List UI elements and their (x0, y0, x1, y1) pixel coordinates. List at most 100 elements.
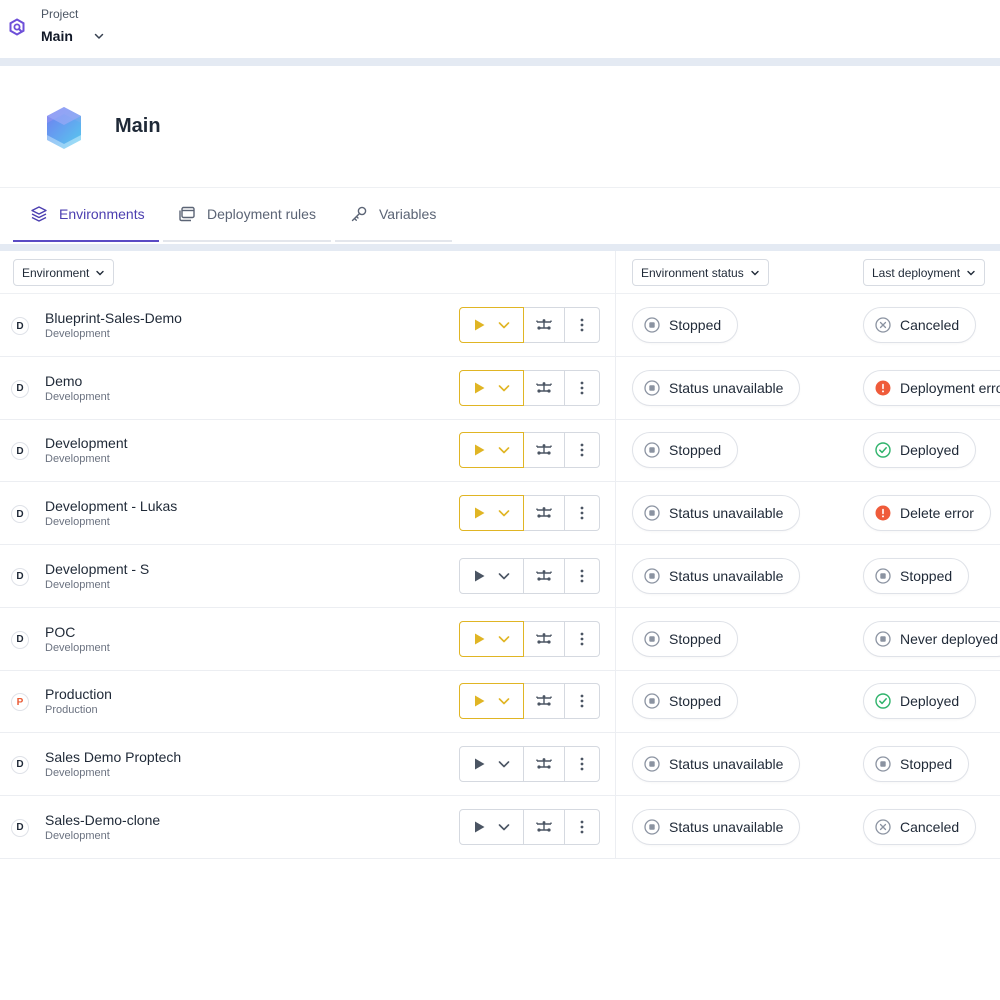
table-row[interactable]: D Sales Demo Proptech Development Status… (0, 733, 1000, 796)
cancel-icon (875, 818, 891, 835)
environment-status-filter-button[interactable]: Environment status (632, 259, 769, 286)
more-vertical-icon (580, 820, 584, 833)
environment-status-badge[interactable]: Stopped (632, 307, 739, 343)
more-options-button[interactable] (565, 432, 600, 469)
table-row[interactable]: D Blueprint-Sales-Demo Development Stopp… (0, 294, 1000, 357)
environment-name[interactable]: Blueprint-Sales-Demo (45, 310, 182, 326)
tab-environments[interactable]: Environments (13, 188, 159, 242)
environment-status-badge[interactable]: Status unavailable (632, 369, 801, 406)
environment-name[interactable]: Sales Demo Proptech (45, 749, 181, 765)
deploy-button[interactable] (459, 808, 524, 845)
last-deployment-badge[interactable]: Never deployed (863, 620, 1000, 657)
more-options-button[interactable] (565, 557, 600, 594)
chevron-down-icon (96, 270, 105, 275)
filter-label: Last deployment (872, 265, 961, 280)
deploy-button[interactable] (459, 369, 524, 406)
more-options-button[interactable] (565, 369, 600, 406)
environment-name[interactable]: Development (45, 435, 128, 451)
last-deployment-badge[interactable]: Stopped (863, 557, 970, 594)
environment-type: Development (45, 390, 110, 403)
chevron-down-icon (498, 823, 510, 830)
pipeline-button[interactable] (524, 369, 565, 406)
more-options-button[interactable] (565, 620, 600, 657)
row-actions (459, 432, 600, 469)
tab-label: Variables (379, 206, 437, 222)
more-options-button[interactable] (565, 307, 600, 343)
app-logo-icon[interactable] (8, 18, 26, 36)
project-selector[interactable]: Main (41, 26, 105, 46)
table-row[interactable]: D POC Development Stopped Never deployed (0, 608, 1000, 671)
last-deployment-filter-button[interactable]: Last deployment (863, 259, 986, 286)
environment-status-badge[interactable]: Stopped (632, 683, 739, 720)
status-text: Canceled (900, 317, 960, 333)
environment-type-badge: D (11, 379, 29, 398)
environment-name[interactable]: Demo (45, 373, 82, 389)
table-row[interactable]: D Development - Lukas Development Status… (0, 482, 1000, 546)
stop-icon (644, 568, 660, 584)
environment-status-badge[interactable]: Status unavailable (632, 495, 801, 532)
more-options-button[interactable] (565, 745, 600, 782)
deploy-button[interactable] (459, 620, 524, 657)
pipeline-button[interactable] (524, 620, 565, 657)
last-deployment-badge[interactable]: Deployment erro (863, 369, 1000, 406)
status-text: Stopped (669, 317, 722, 333)
environment-status-badge[interactable]: Stopped (632, 432, 739, 469)
environment-filter-button[interactable]: Environment (13, 259, 115, 286)
deploy-button[interactable] (459, 307, 524, 343)
environment-type: Development (45, 641, 110, 654)
play-icon (474, 570, 485, 582)
last-deployment-badge[interactable]: Canceled (863, 307, 977, 343)
more-vertical-icon (580, 318, 584, 332)
last-deployment-badge[interactable]: Delete error (863, 495, 991, 532)
pipeline-button[interactable] (524, 557, 565, 594)
environment-name[interactable]: Development - Lukas (45, 498, 177, 514)
status-text: Stopped (669, 442, 722, 459)
pipeline-icon (536, 319, 552, 330)
play-icon (474, 758, 485, 770)
pipeline-button[interactable] (524, 495, 565, 532)
pipeline-button[interactable] (524, 745, 565, 782)
environment-status-badge[interactable]: Status unavailable (632, 808, 801, 845)
tab-variables[interactable]: Variables (335, 188, 452, 242)
pipeline-button[interactable] (524, 808, 565, 845)
table-row[interactable]: D Sales-Demo-clone Development Status un… (0, 796, 1000, 859)
project-name: Main (41, 28, 73, 44)
status-text: Deployment erro (900, 379, 1000, 396)
deploy-button[interactable] (459, 495, 524, 532)
more-options-button[interactable] (565, 495, 600, 532)
table-row[interactable]: D Development Development Stopped Deploy… (0, 419, 1000, 483)
last-deployment-badge[interactable]: Deployed (863, 432, 977, 469)
pipeline-button[interactable] (524, 307, 565, 343)
environment-name[interactable]: Sales-Demo-clone (45, 812, 160, 828)
more-options-button[interactable] (565, 808, 600, 845)
pipeline-button[interactable] (524, 432, 565, 469)
tab-deployment-rules[interactable]: Deployment rules (163, 188, 331, 242)
environment-status-badge[interactable]: Status unavailable (632, 745, 801, 782)
environment-type-badge: D (11, 505, 29, 524)
table-row[interactable]: P Production Production Stopped Deployed (0, 670, 1000, 734)
environment-name[interactable]: POC (45, 624, 75, 640)
last-deployment-badge[interactable]: Deployed (863, 683, 977, 720)
play-icon (474, 633, 485, 644)
environment-name[interactable]: Production (45, 686, 112, 702)
row-actions (459, 495, 600, 532)
deploy-button[interactable] (459, 557, 524, 594)
last-deployment-badge[interactable]: Canceled (863, 808, 977, 845)
environment-status-badge[interactable]: Stopped (632, 620, 739, 657)
cancel-icon (875, 317, 891, 333)
deploy-button[interactable] (459, 745, 524, 782)
stop-icon (644, 630, 660, 647)
more-vertical-icon (580, 632, 584, 645)
table-row[interactable]: D Development - S Development Status una… (0, 545, 1000, 608)
deploy-button[interactable] (459, 432, 524, 469)
table-row[interactable]: D Demo Development Status unavailable De… (0, 357, 1000, 420)
pipeline-button[interactable] (524, 683, 565, 720)
environment-status-badge[interactable]: Status unavailable (632, 557, 801, 594)
more-options-button[interactable] (565, 683, 600, 720)
top-bar: Project Main (0, 0, 1000, 58)
environment-name[interactable]: Development - S (45, 561, 149, 577)
pipeline-icon (536, 381, 552, 393)
top-separator (0, 58, 1000, 66)
last-deployment-badge[interactable]: Stopped (863, 745, 970, 782)
deploy-button[interactable] (459, 683, 524, 720)
